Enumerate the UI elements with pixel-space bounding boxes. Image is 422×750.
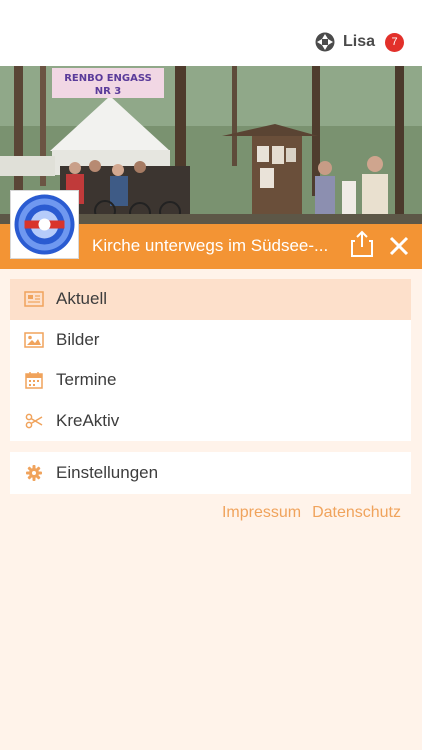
menu-item-label: Aktuell (56, 289, 108, 309)
close-icon (389, 236, 409, 256)
group-logo-image (11, 191, 78, 258)
gear-icon (24, 464, 44, 482)
impressum-link[interactable]: Impressum (222, 504, 301, 522)
newspaper-icon (24, 290, 44, 308)
menu-item-label: KreAktiv (56, 410, 120, 430)
menu-item-label: Einstellungen (56, 463, 159, 482)
menu-item-termine[interactable]: Termine (10, 360, 411, 401)
banner-text-1: RENBO ENGASS (64, 73, 152, 84)
user-profile[interactable]: Lisa 7 (315, 32, 404, 52)
settings-menu: Einstellungen (10, 452, 411, 494)
app-logo-icon (315, 32, 335, 52)
calendar-icon (24, 371, 44, 389)
share-button[interactable] (350, 230, 376, 258)
menu-item-label: Termine (56, 370, 117, 390)
menu-item-einstellungen[interactable]: Einstellungen (10, 452, 411, 494)
footer-links: Impressum Datenschutz (211, 504, 401, 522)
menu-item-label: Bilder (56, 329, 100, 349)
group-menu: Aktuell Bilder Termine KreAktiv (10, 279, 411, 441)
group-logo (10, 190, 79, 259)
user-name[interactable]: Lisa (343, 33, 375, 51)
top-bar: Lisa 7 (0, 0, 422, 66)
close-button[interactable] (388, 235, 410, 257)
share-icon (351, 230, 373, 257)
menu-item-aktuell[interactable]: Aktuell (10, 279, 411, 320)
group-title: Kirche unterwegs im Südsee-... (92, 236, 329, 255)
notification-badge[interactable]: 7 (385, 32, 404, 52)
menu-item-bilder[interactable]: Bilder (10, 320, 411, 361)
image-icon (24, 331, 44, 349)
banner-text-2: NR 3 (95, 86, 122, 97)
menu-item-kreaktiv[interactable]: KreAktiv (10, 401, 411, 442)
datenschutz-link[interactable]: Datenschutz (312, 504, 401, 522)
scissors-icon (24, 412, 44, 430)
